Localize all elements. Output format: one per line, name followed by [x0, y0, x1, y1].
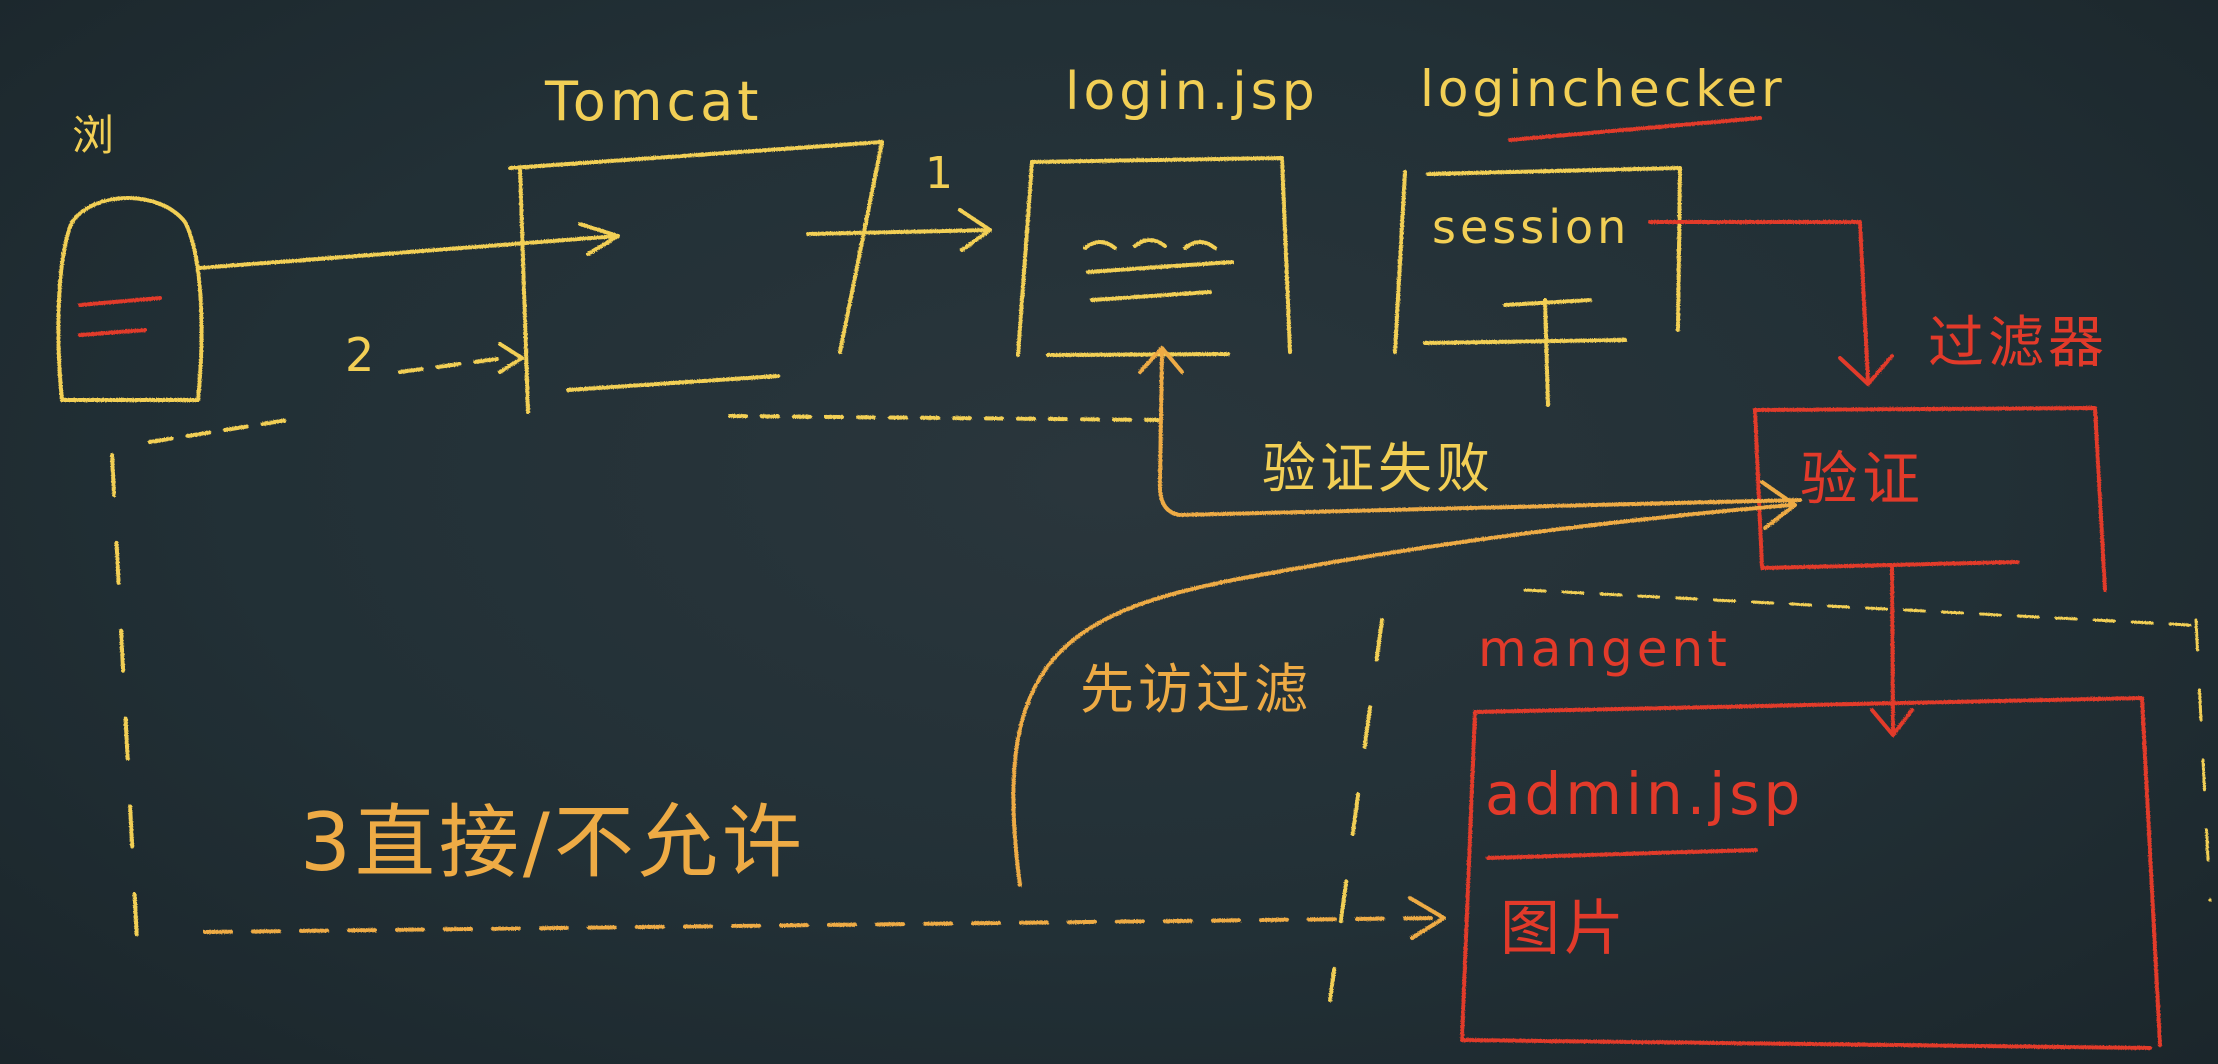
tomcat-label: Tomcat [545, 70, 763, 133]
forward-arrow [806, 208, 992, 252]
login-jsp-box [1016, 156, 1292, 357]
tomcat-box [508, 140, 884, 414]
verify-fail-label: 验证失败 [1262, 437, 1494, 500]
loginchecker-underline [1508, 116, 1762, 142]
browser-mark [78, 296, 162, 307]
step1-label: 1 [925, 148, 957, 199]
direct-access-arrow [203, 896, 1446, 940]
dashed-link-browser [148, 416, 302, 444]
chalkboard-diagram: 浏 Tomcat 1 login.jsp loginchecker sessio… [0, 0, 2218, 1064]
return-dashed-arrow [398, 355, 514, 374]
session-to-filter-arrow [1648, 220, 1894, 386]
dashed-link [728, 414, 1162, 422]
management-box [1460, 696, 2162, 1050]
image-label: 图片 [1500, 894, 1628, 964]
login-jsp-label: login.jsp [1065, 62, 1319, 122]
loginchecker-label: loginchecker [1420, 60, 1786, 118]
management-label: mangent [1478, 620, 1731, 678]
diagram-drawing [56, 116, 2212, 1050]
filter-label: 过滤器 [1928, 311, 2108, 376]
left-dashed-line [110, 453, 140, 962]
right-dashed-line [1328, 618, 1384, 1002]
through-filter-label: 先访过滤 [1080, 658, 1312, 721]
browser-label: 浏 [72, 111, 119, 160]
request-arrow [198, 222, 620, 270]
direct-access-label: 3直接/不允许 [300, 796, 806, 889]
admin-jsp-label: admin.jsp [1485, 760, 1805, 828]
step2-label: 2 [345, 328, 379, 382]
session-label: session [1432, 200, 1631, 254]
filter-to-management-arrow [1870, 566, 1914, 737]
verify-label: 验证 [1800, 445, 1925, 513]
